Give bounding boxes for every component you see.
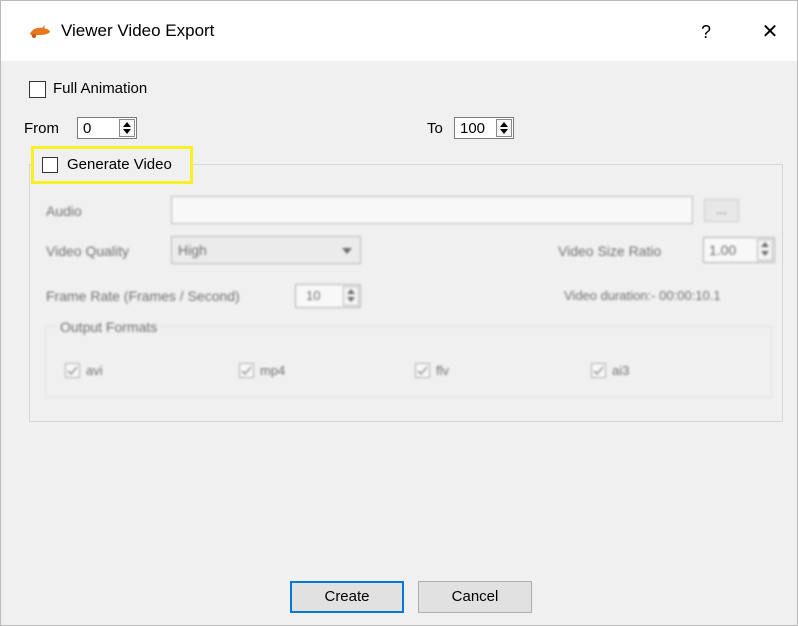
video-quality-value: High	[178, 242, 207, 258]
check-icon	[593, 366, 604, 376]
chevron-down-icon	[342, 248, 352, 254]
create-button[interactable]: Create	[290, 581, 404, 613]
format-flv-label: flv	[436, 363, 449, 378]
to-spin-arrows[interactable]	[496, 119, 512, 137]
to-value: 100	[460, 120, 486, 137]
audio-label: Audio	[46, 203, 82, 219]
check-icon	[67, 366, 78, 376]
video-size-ratio-label: Video Size Ratio	[558, 243, 662, 259]
from-spinbox[interactable]: 0	[77, 117, 137, 139]
from-value: 0	[83, 120, 92, 137]
app-logo-icon	[30, 25, 50, 38]
frame-rate-spin-arrows[interactable]	[343, 286, 359, 306]
format-flv-checkbox[interactable]	[415, 363, 430, 378]
check-icon	[241, 366, 252, 376]
ratio-spin-arrows[interactable]	[757, 239, 773, 261]
from-label: From	[24, 120, 59, 137]
video-duration-text: Video duration:- 00:00:10.1	[564, 288, 721, 303]
video-quality-select[interactable]: High	[171, 236, 361, 264]
cancel-button[interactable]: Cancel	[418, 581, 532, 613]
generate-video-highlight: Generate Video	[31, 146, 193, 184]
format-mp4-checkbox[interactable]	[239, 363, 254, 378]
frame-rate-label: Frame Rate (Frames / Second)	[46, 288, 240, 304]
to-spinbox[interactable]: 100	[454, 117, 514, 139]
help-button[interactable]: ?	[691, 17, 721, 47]
format-avi-label: avi	[86, 363, 103, 378]
title-bar: Viewer Video Export ? ✕	[1, 1, 797, 61]
audio-browse-button[interactable]: ...	[704, 199, 739, 222]
format-avi-checkbox[interactable]	[65, 363, 80, 378]
video-size-ratio-spinbox[interactable]: 1.00	[703, 237, 775, 263]
full-animation-label: Full Animation	[53, 80, 148, 97]
from-spin-arrows[interactable]	[119, 119, 135, 137]
full-animation-checkbox[interactable]	[29, 81, 46, 98]
close-button[interactable]: ✕	[755, 17, 785, 47]
generate-video-checkbox[interactable]	[42, 157, 58, 173]
video-size-ratio-value: 1.00	[709, 242, 737, 258]
format-ai3-label: ai3	[612, 363, 630, 378]
dialog-window: Viewer Video Export ? ✕ Full Animation F…	[0, 0, 798, 626]
audio-input[interactable]	[171, 196, 693, 224]
format-ai3-checkbox[interactable]	[591, 363, 606, 378]
generate-video-label: Generate Video	[67, 156, 172, 173]
window-title: Viewer Video Export	[61, 21, 215, 40]
to-label: To	[427, 120, 443, 137]
video-quality-label: Video Quality	[46, 243, 130, 259]
check-icon	[417, 366, 428, 376]
frame-rate-spinbox[interactable]: 10	[295, 284, 361, 308]
output-formats-title: Output Formats	[57, 319, 161, 335]
output-formats-group	[45, 326, 772, 398]
format-mp4-label: mp4	[260, 363, 286, 378]
frame-rate-value: 10	[306, 288, 321, 303]
